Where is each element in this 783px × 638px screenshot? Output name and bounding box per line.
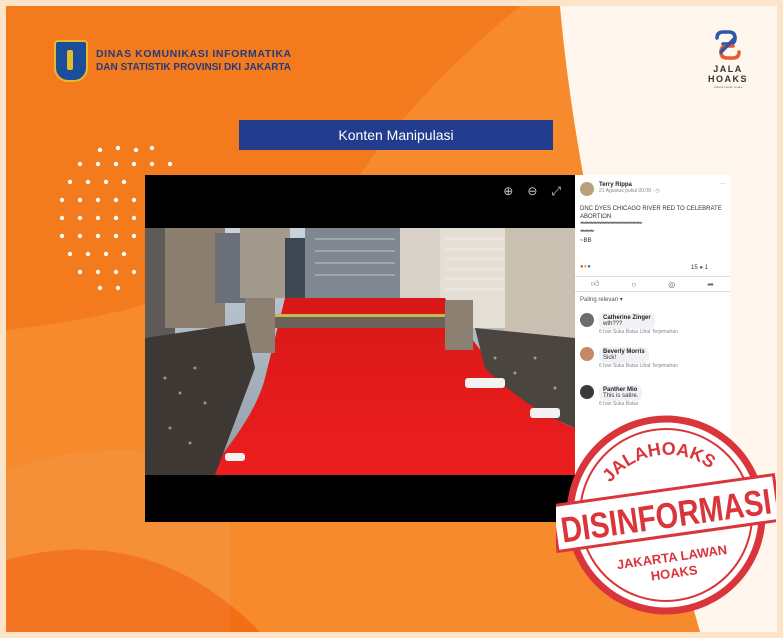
- fullscreen-icon[interactable]: ⤢: [551, 184, 561, 199]
- more-options-icon[interactable]: ···: [720, 181, 726, 187]
- comment-text: This is satire.: [603, 393, 639, 399]
- header: DINAS KOMUNIKASI INFORMATIKA DAN STATIST…: [54, 40, 292, 82]
- disinformasi-stamp: JALAHOAKS DISINFORMASI JAKARTA LAWAN HOA…: [556, 415, 776, 615]
- comment-text: wth???: [603, 321, 623, 327]
- category-banner: Konten Manipulasi: [239, 120, 553, 150]
- reaction-count: 15: [691, 265, 698, 271]
- post-signoff: ~BB: [580, 238, 592, 245]
- dki-crest-logo: [54, 40, 88, 82]
- comment-sort[interactable]: Paling relevan ▾: [580, 296, 623, 303]
- logo-subtitle: Jakarta Lawan Hoaks: [713, 84, 743, 89]
- category-label: Konten Manipulasi: [338, 127, 454, 143]
- comment-item: Catherine Zinger wth??? 6 hari Suka Balas…: [599, 313, 678, 335]
- reaction-count-wrap: 15 ● 1: [691, 265, 708, 271]
- action-bar: 👍︎ ○ ◎ ➦: [575, 276, 730, 292]
- author-avatar: [580, 182, 594, 196]
- reaction-icons[interactable]: ●●●: [580, 264, 591, 270]
- commenter-avatar: [580, 313, 594, 327]
- post-time: 21 Agustus pukul 00.08 · ◷: [599, 188, 660, 194]
- like-icon[interactable]: 👍︎: [591, 279, 599, 289]
- chicago-river-photo: [145, 228, 575, 475]
- post-stars-line2: **********: [580, 230, 594, 237]
- commenter-avatar: [580, 385, 594, 399]
- chain-link-icon: [715, 30, 741, 60]
- share-icon[interactable]: ➦: [707, 280, 714, 289]
- comment-item: Beverly Morris Sick! 6 hari Suka Balas Li…: [599, 347, 719, 369]
- org-name-line1: DINAS KOMUNIKASI INFORMATIKA: [96, 48, 292, 61]
- commenter-avatar: [580, 347, 594, 361]
- zoom-in-icon[interactable]: ⊕: [503, 184, 513, 199]
- post-text: DNC DYES CHICAGO RIVER RED TO CELEBRATE …: [580, 206, 722, 221]
- jalahoaks-logo: JALA HOAKS Jakarta Lawan Hoaks: [700, 30, 756, 89]
- comment-meta: 6 hari Suka Balas Lihat Terjemahan: [599, 329, 678, 335]
- comment-text: Sick!: [603, 355, 617, 361]
- org-name-line2: DAN STATISTIK PROVINSI DKI JAKARTA: [96, 62, 292, 74]
- post-body: DNC DYES CHICAGO RIVER RED TO CELEBRATE …: [580, 205, 726, 245]
- comment-meta: 6 hari Suka Balas Lihat Terjemahan: [599, 363, 678, 369]
- messenger-icon[interactable]: ◎: [668, 280, 675, 289]
- video-toolbar: ⊕ ⊖ ⤢: [503, 184, 561, 199]
- post-stars-line1: ****************************************…: [580, 222, 642, 229]
- comment-meta: 6 hari Suka Balas: [599, 401, 639, 407]
- logo-line2: HOAKS: [707, 73, 748, 84]
- comment-count: 1: [704, 265, 708, 271]
- org-name: DINAS KOMUNIKASI INFORMATIKA DAN STATIST…: [96, 47, 292, 75]
- zoom-out-icon[interactable]: ⊖: [527, 184, 537, 199]
- comment-icon[interactable]: ○: [631, 280, 636, 289]
- video-frame: ⊕ ⊖ ⤢: [145, 175, 575, 522]
- comment-item: Panther Mio This is satire. 6 hari Suka B…: [599, 385, 643, 407]
